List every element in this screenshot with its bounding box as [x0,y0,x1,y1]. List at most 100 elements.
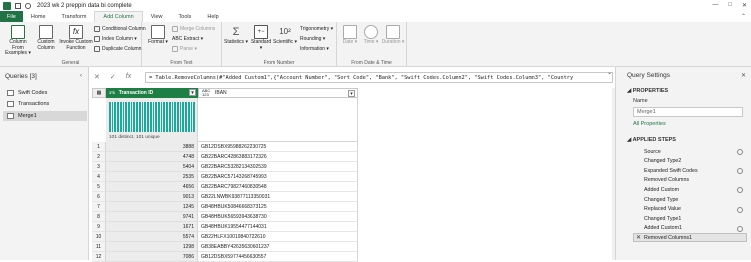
row-number[interactable]: 11 [92,242,106,252]
custom-column-button[interactable]: Custom Column [35,25,57,51]
scientific-button[interactable]: 10² Scientific ▾ [273,25,297,46]
table-corner-button[interactable]: ▦ [92,88,106,98]
applied-step[interactable]: Removed Columns [633,176,747,185]
applied-step[interactable]: Added Custom [633,185,747,194]
table-row[interactable]: 5 4656 GB22BARC79827460830548 [92,182,358,192]
table-row[interactable]: 1 3888 GB12DSBX95988262230725 [92,142,358,152]
table-row[interactable]: 9 1671 GB48HBUK19554477144031 [92,222,358,232]
tab-add-column[interactable]: Add Column [94,11,143,22]
applied-step[interactable]: Source [633,147,747,156]
cell-transaction-id[interactable]: 1298 [106,242,198,252]
invoke-custom-function-button[interactable]: fx Invoke Custom Function [58,25,94,51]
row-number[interactable]: 5 [92,182,106,192]
applied-step[interactable]: Replaced Value [633,205,747,214]
expand-formula-icon[interactable]: ⌄ [607,69,612,76]
statistics-button[interactable]: Σ Statistics ▾ [224,25,248,46]
close-button[interactable]: ✕ [742,2,747,9]
merge-columns-button[interactable]: Merge Columns [172,26,215,32]
query-item-transactions[interactable]: Transactions [3,99,87,109]
fx-icon[interactable]: fx [126,73,131,81]
tab-view[interactable]: View [143,11,171,22]
applied-step[interactable]: Changed Type [633,195,747,204]
collapse-ribbon-icon[interactable]: ⌃ [741,13,746,20]
row-number[interactable]: 3 [92,162,106,172]
cell-iban[interactable]: GB22BARC42863883172326 [198,152,358,162]
cell-transaction-id[interactable]: 3888 [106,142,198,152]
duration-button[interactable]: Duration ▾ [381,25,405,46]
tab-file[interactable]: File [0,11,23,22]
collapse-queries-icon[interactable]: ‹ [80,73,82,79]
gear-icon[interactable] [737,225,743,232]
cancel-formula-icon[interactable]: ✕ [94,73,100,81]
tab-help[interactable]: Help [199,11,226,22]
cell-iban[interactable]: GB38EABBY42635630601237 [198,242,358,252]
cell-iban[interactable]: GB48HBUK50846668373125 [198,202,358,212]
applied-step[interactable]: Changed Type2 [633,157,747,166]
cell-iban[interactable]: GB22HLFX10019840722610 [198,232,358,242]
cell-transaction-id[interactable]: 9741 [106,212,198,222]
cell-iban[interactable]: GB22LNWBK93877113350031 [198,192,358,202]
confirm-formula-icon[interactable]: ✓ [110,73,116,81]
cell-transaction-id[interactable]: 7086 [106,252,198,262]
cell-transaction-id[interactable]: 4656 [106,182,198,192]
trigonometry-button[interactable]: Trigonometry ▾ [300,26,333,32]
column-type-icon[interactable]: ABC 123 [202,89,211,97]
row-number[interactable]: 8 [92,212,106,222]
conditional-column-button[interactable]: Conditional Column [94,26,146,32]
query-name-input[interactable]: Merge1 [633,107,743,117]
applied-step[interactable]: ✕ Removed Columns1 [633,233,747,243]
column-header-transaction-id[interactable]: 1²3 Transaction ID ▾ [106,88,198,98]
table-row[interactable]: 8 9741 GB48HBUK56593943638730 [92,212,358,222]
row-number[interactable]: 12 [92,252,106,262]
cell-transaction-id[interactable]: 9013 [106,192,198,202]
cell-transaction-id[interactable]: 5574 [106,232,198,242]
cell-transaction-id[interactable]: 5404 [106,162,198,172]
row-number[interactable]: 7 [92,202,106,212]
row-number[interactable]: 9 [92,222,106,232]
query-item-swift-codes[interactable]: Swift Codes [3,88,87,98]
table-row[interactable]: 3 5404 GB22BARC53282134302539 [92,162,358,172]
tab-home[interactable]: Home [23,11,54,22]
all-properties-link[interactable]: All Properties [633,121,666,127]
cell-iban[interactable]: GB48HBUK19554477144031 [198,222,358,232]
column-header-iban[interactable]: ABC 123 IBAN ▾ [198,88,358,98]
cell-iban[interactable]: GB48HBUK56593943638730 [198,212,358,222]
table-row[interactable]: 10 5574 GB22HLFX10019840722610 [92,232,358,242]
cell-iban[interactable]: GB12DSBX59774456630557 [198,252,358,262]
column-type-icon[interactable]: 1²3 [109,91,115,95]
table-row[interactable]: 12 7086 GB12DSBX59774456630557 [92,252,358,262]
save-icon[interactable] [15,2,21,9]
row-number[interactable]: 6 [92,192,106,202]
table-row[interactable]: 6 9013 GB22LNWBK93877113350031 [92,192,358,202]
row-number[interactable]: 2 [92,152,106,162]
row-number[interactable]: 4 [92,172,106,182]
row-number[interactable]: 10 [92,232,106,242]
table-row[interactable]: 4 2535 GB22BARC57143268745993 [92,172,358,182]
formula-input[interactable]: = Table.RemoveColumns(#"Added Custom1",{… [145,72,613,83]
parse-button[interactable]: Parse ▾ [172,46,197,52]
applied-step[interactable]: Added Custom1 [633,224,747,233]
date-button[interactable]: Date ▾ [340,25,360,46]
table-row[interactable]: 2 4748 GB22BARC42863883172326 [92,152,358,162]
extract-button[interactable]: ABC Extract ▾ [172,36,203,42]
tab-transform[interactable]: Transform [54,11,95,22]
column-filter-dropdown-icon[interactable]: ▾ [189,89,196,96]
format-button[interactable]: Format ▾ [148,25,168,46]
tab-tools[interactable]: Tools [171,11,200,22]
column-from-examples-button[interactable]: Column From Examples ▾ [3,25,33,57]
maximize-button[interactable]: □ [728,2,732,9]
index-column-button[interactable]: Index Column ▾ [94,36,137,42]
gear-icon[interactable] [737,206,743,213]
standard-button[interactable]: +− Standard ▾ [249,25,273,51]
table-row[interactable]: 7 1245 GB48HBUK50846668373125 [92,202,358,212]
time-button[interactable]: Time ▾ [361,25,381,46]
gear-icon[interactable] [737,149,743,155]
cell-transaction-id[interactable]: 1671 [106,222,198,232]
applied-step[interactable]: Changed Type1 [633,214,747,223]
delete-step-icon[interactable]: ✕ [636,234,641,241]
gear-icon[interactable] [737,168,743,175]
row-number[interactable]: 1 [92,142,106,152]
cell-transaction-id[interactable]: 1245 [106,202,198,212]
column-filter-dropdown-icon[interactable]: ▾ [348,90,355,97]
cell-iban[interactable]: GB22BARC57143268745993 [198,172,358,182]
